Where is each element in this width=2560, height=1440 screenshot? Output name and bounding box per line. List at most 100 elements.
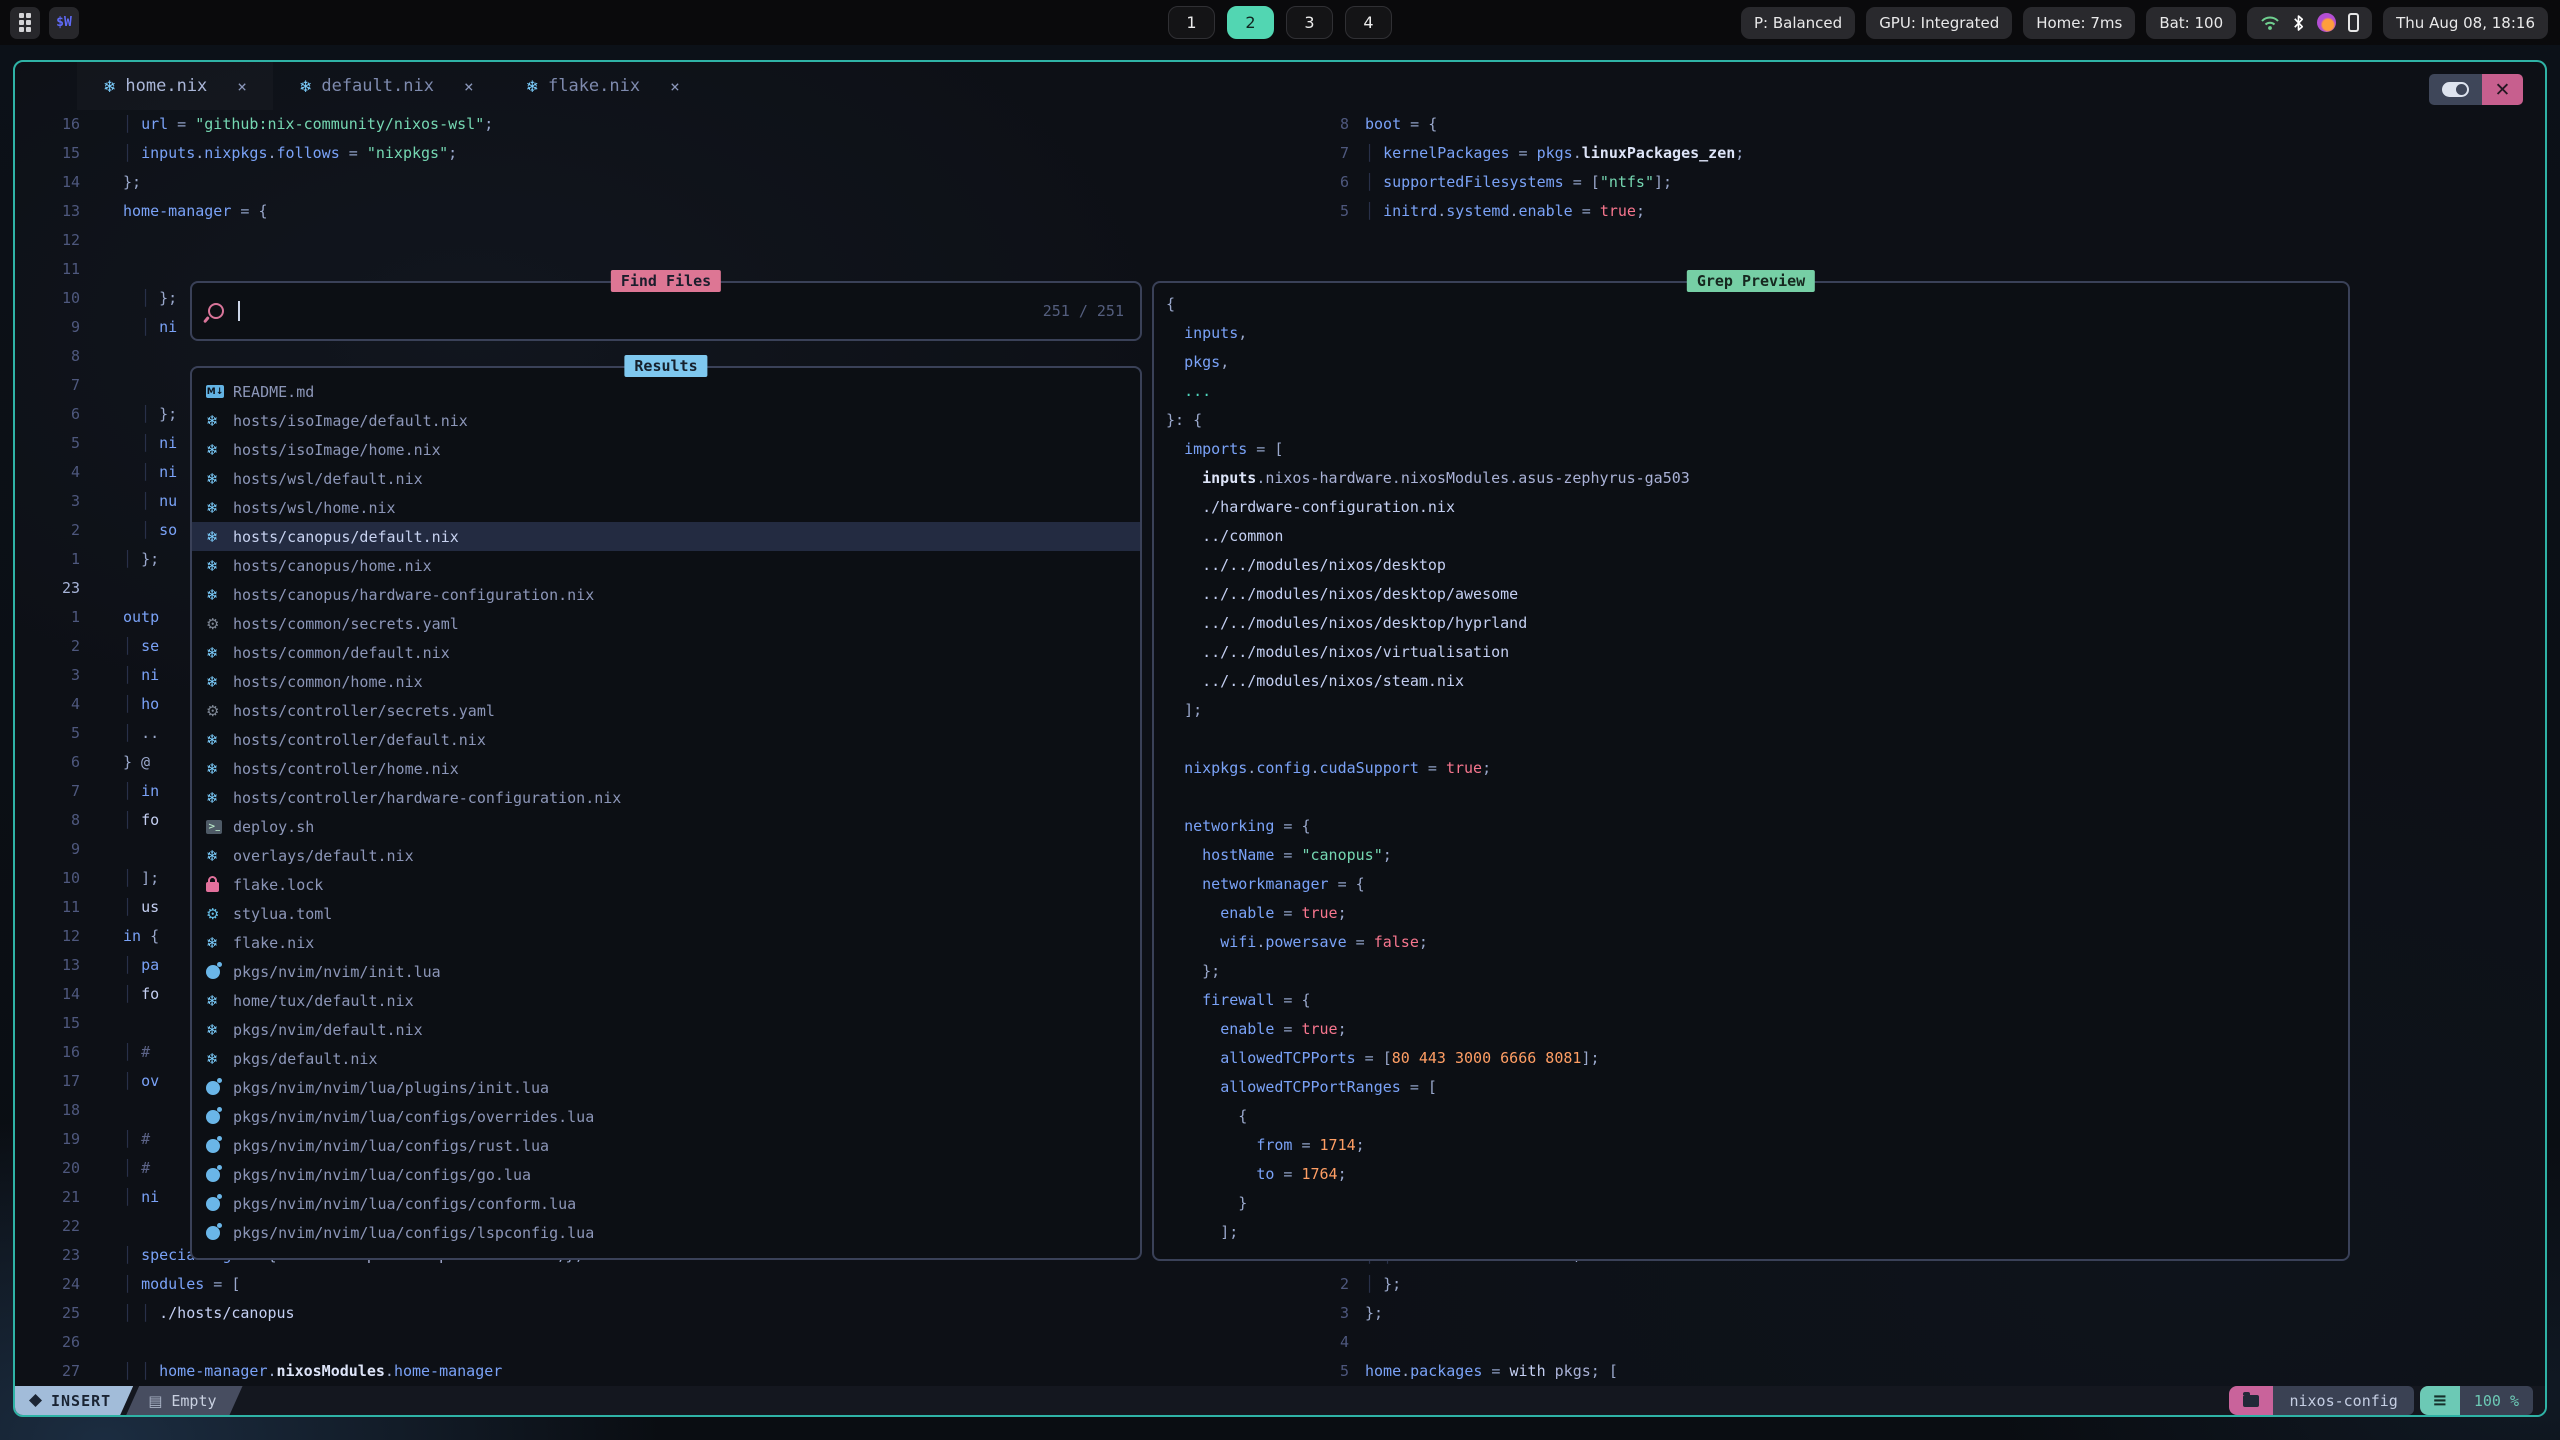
code-line: 24│ modules = [ [15,1270,584,1299]
nix-file-icon: ❄ [206,760,233,778]
tab-default.nix[interactable]: ❄default.nix× [273,62,500,110]
line-number: 7 [15,777,80,806]
file-segment: ▤ Empty [126,1386,242,1415]
workspace-2[interactable]: 2 [1227,6,1274,39]
result-item[interactable]: ❄overlays/default.nix [192,841,1140,870]
preview-line: networkmanager = { [1166,870,2344,899]
tab-home.nix[interactable]: ❄home.nix× [77,62,273,110]
search-row: 251 / 251 [192,283,1140,339]
result-item[interactable]: pkgs/nvim/nvim/init.lua [192,957,1140,986]
clock-pill[interactable]: Thu Aug 08, 18:16 [2383,7,2548,39]
tab-close-icon[interactable]: × [237,77,247,96]
editor-area: 16│ url = "github:nix-community/nixos-ws… [15,110,2545,1386]
preview-line: ../../modules/nixos/desktop/hyprland [1166,609,2344,638]
result-item[interactable]: M↓README.md [192,377,1140,406]
result-item[interactable]: flake.lock [192,870,1140,899]
result-item[interactable]: ❄hosts/controller/hardware-configuration… [192,783,1140,812]
line-number: 18 [15,1096,80,1125]
code-line: 14}; [15,168,584,197]
code-line: 5│ initrd.systemd.enable = true; [1315,197,1744,226]
result-item[interactable]: ❄hosts/canopus/default.nix [192,522,1140,551]
line-number: 6 [1315,168,1349,197]
result-label: hosts/controller/home.nix [233,760,459,778]
line-number: 15 [15,139,80,168]
result-item[interactable]: ❄pkgs/default.nix [192,1044,1140,1073]
code-line: 12 [15,226,584,255]
preview-line: enable = true; [1166,899,2344,928]
result-item[interactable]: >_deploy.sh [192,812,1140,841]
line-number: 3 [1315,1299,1349,1328]
result-item[interactable]: ❄hosts/common/default.nix [192,638,1140,667]
code-line: 25│ │ ./hosts/canopus [15,1299,584,1328]
line-number: 14 [15,980,80,1009]
result-item[interactable]: ❄hosts/controller/default.nix [192,725,1140,754]
line-number: 3 [15,487,80,516]
result-item[interactable]: ❄hosts/canopus/hardware-configuration.ni… [192,580,1140,609]
special-workspace-button[interactable]: $W [49,7,79,39]
apps-grid-icon [19,13,31,32]
line-number: 4 [15,690,80,719]
result-item[interactable]: ❄pkgs/nvim/default.nix [192,1015,1140,1044]
lock-file-icon [206,877,233,892]
result-label: pkgs/nvim/nvim/lua/configs/overrides.lua [233,1108,594,1126]
line-number: 12 [15,226,80,255]
tab-close-icon[interactable]: × [670,77,680,96]
line-number: 6 [15,400,80,429]
workspace-4[interactable]: 4 [1345,6,1392,39]
grep-preview-title: Grep Preview [1687,270,1815,292]
workspace-1[interactable]: 1 [1168,6,1215,39]
terminal-window: ❄home.nix×❄default.nix×❄flake.nix× ✕ 16│… [13,60,2547,1417]
tab-flake.nix[interactable]: ❄flake.nix× [500,62,706,110]
result-item[interactable]: ❄hosts/wsl/default.nix [192,464,1140,493]
result-item[interactable]: ⚙hosts/controller/secrets.yaml [192,696,1140,725]
workspace-3[interactable]: 3 [1286,6,1333,39]
nix-file-icon: ❄ [206,557,233,575]
preview-code: { inputs, pkgs, ...}: { imports = [ inpu… [1166,290,2344,1247]
result-label: hosts/common/home.nix [233,673,423,691]
result-item[interactable]: pkgs/nvim/nvim/lua/plugins/init.lua [192,1073,1140,1102]
preview-line: }; [1166,957,2344,986]
result-label: pkgs/nvim/nvim/lua/configs/conform.lua [233,1195,576,1213]
result-label: hosts/wsl/home.nix [233,499,396,517]
pin-toggle-button[interactable] [2429,74,2482,105]
tray-pill[interactable] [2247,7,2372,39]
result-item[interactable]: ⚙hosts/common/secrets.yaml [192,609,1140,638]
folder-icon [2243,1395,2259,1407]
line-number: 2 [15,632,80,661]
result-item[interactable]: pkgs/nvim/nvim/lua/configs/overrides.lua [192,1102,1140,1131]
preview-line: enable = true; [1166,1015,2344,1044]
result-item[interactable]: ❄hosts/controller/home.nix [192,754,1140,783]
search-input[interactable] [240,303,1043,320]
result-item[interactable]: pkgs/nvim/nvim/lua/configs/conform.lua [192,1189,1140,1218]
preview-line: wifi.powersave = false; [1166,928,2344,957]
window-close-button[interactable]: ✕ [2482,74,2523,105]
close-icon: ✕ [2495,79,2511,101]
result-item[interactable]: pkgs/nvim/nvim/lua/configs/lspconfig.lua [192,1218,1140,1247]
lua-file-icon [206,1168,233,1182]
app-launcher-button[interactable] [10,7,40,39]
result-item[interactable]: ❄hosts/wsl/home.nix [192,493,1140,522]
result-item[interactable]: ❄flake.nix [192,928,1140,957]
line-number: 10 [15,284,80,313]
result-item[interactable]: pkgs/nvim/nvim/lua/configs/rust.lua [192,1131,1140,1160]
mode-label: INSERT [51,1392,111,1410]
nix-icon: ❄ [299,77,312,96]
status-pill: Bat: 100 [2146,7,2236,39]
preview-line: ../../modules/nixos/virtualisation [1166,638,2344,667]
code-line: 5home.packages = with pkgs; [ [1315,1357,1618,1386]
tab-bar: ❄home.nix×❄default.nix×❄flake.nix× [15,62,2545,110]
code-line: 7│ kernelPackages = pkgs.linuxPackages_z… [1315,139,1744,168]
result-label: hosts/controller/hardware-configuration.… [233,789,621,807]
results-popup: Results M↓README.md❄hosts/isoImage/defau… [190,366,1142,1260]
result-item[interactable]: pkgs/nvim/nvim/lua/configs/go.lua [192,1160,1140,1189]
result-item[interactable]: ❄home/tux/default.nix [192,986,1140,1015]
result-item[interactable]: ❄hosts/common/home.nix [192,667,1140,696]
preview-line: allowedTCPPorts = [80 443 3000 6666 8081… [1166,1044,2344,1073]
tab-close-icon[interactable]: × [464,77,474,96]
result-item[interactable]: ❄hosts/isoImage/home.nix [192,435,1140,464]
result-label: flake.nix [233,934,314,952]
result-item[interactable]: ❄hosts/isoImage/default.nix [192,406,1140,435]
result-item[interactable]: ❄hosts/canopus/home.nix [192,551,1140,580]
result-item[interactable]: ⚙stylua.toml [192,899,1140,928]
nix-file-icon: ❄ [206,586,233,604]
